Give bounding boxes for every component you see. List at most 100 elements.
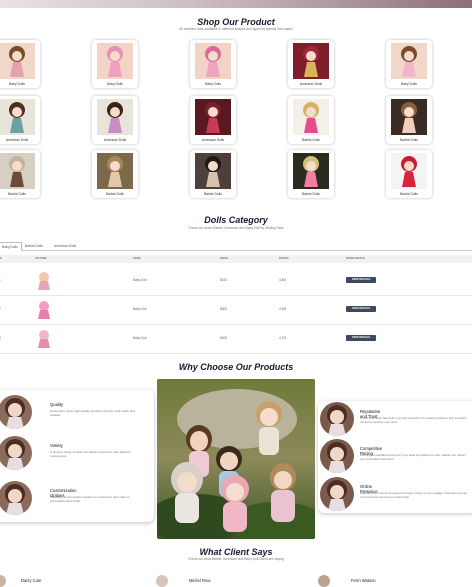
view-details-button[interactable]: VIEW DETAILS [346, 277, 376, 283]
doll-image [97, 153, 133, 189]
product-label: Barbie Dolls [204, 192, 222, 196]
doll-image [195, 99, 231, 135]
product-card[interactable]: American Dolls [190, 96, 236, 144]
view-details-button[interactable]: VIEW DETAILS [346, 335, 376, 341]
row-id: 2 [0, 307, 1, 311]
col-rating: Rating [279, 257, 289, 260]
client-name: Mickel Riva [189, 578, 211, 583]
product-label: American Dolls [103, 138, 127, 142]
row-doll-thumbnail [38, 301, 50, 319]
table-row: 2 Baby Doll $300 4.5/5 VIEW DETAILS [0, 295, 472, 325]
col-id: ID [0, 257, 2, 260]
product-card[interactable]: Baby Dolls [386, 40, 432, 88]
doll-image [0, 153, 35, 189]
client-card: Ferin Watson [318, 573, 458, 587]
client-card: Daizy Cute [0, 573, 134, 587]
row-name: Baby Doll [133, 336, 147, 340]
product-label: Barbie Dolls [302, 138, 320, 142]
col-name: Name [133, 257, 141, 260]
feature-title: Variety [50, 443, 63, 448]
feature-description: A diverse range of dolls can attract cus… [50, 450, 131, 458]
product-label: Baby Dolls [9, 82, 25, 86]
row-price: $300 [220, 307, 228, 311]
clients-subtitle: Check out what Barbie, American and Baby… [188, 557, 284, 561]
view-details-button[interactable]: VIEW DETAILS [346, 306, 376, 312]
product-label: Barbie Dolls [302, 192, 320, 196]
product-card[interactable]: Barbie Dolls [386, 96, 432, 144]
row-price: $100 [220, 278, 228, 282]
product-card[interactable]: American Dolls [0, 96, 40, 144]
product-card[interactable]: Baby Dolls [0, 40, 40, 88]
row-id: 1 [0, 278, 1, 282]
product-label: Barbie Dolls [400, 192, 418, 196]
table-header: ID Picture Name Price Rating More Detail… [0, 255, 472, 263]
doll-image [293, 153, 329, 189]
feature-doll-image [320, 477, 354, 511]
product-card[interactable]: Barbie Dolls [288, 96, 334, 144]
product-label: Barbie Dolls [400, 138, 418, 142]
row-price: $400 [220, 336, 228, 340]
row-doll-thumbnail [38, 272, 50, 290]
row-id: 3 [0, 336, 1, 340]
feature-description: Customers value high-quality products th… [50, 409, 135, 417]
client-avatar [156, 575, 168, 587]
tab-barbie-dolls[interactable]: Barbie Dolls [22, 242, 46, 250]
tab-baby-dolls[interactable]: Baby Dolls [0, 242, 22, 251]
doll-image [97, 43, 133, 79]
client-name: Daizy Cute [21, 578, 42, 583]
why-title: Why Choose Our Products [178, 362, 294, 372]
col-price: Price [220, 257, 228, 260]
col-picture: Picture [35, 257, 47, 260]
feature-description: Maintaining a robust presence through a … [360, 491, 467, 499]
product-label: American Dolls [201, 138, 225, 142]
product-label: Baby Dolls [401, 82, 417, 86]
doll-image [391, 153, 427, 189]
doll-image [293, 43, 329, 79]
doll-image [195, 153, 231, 189]
client-avatar [0, 575, 6, 587]
col-more-details: More Details [346, 257, 366, 260]
feature-description: If your doll shop has built a strong rep… [360, 416, 467, 424]
row-name: Baby Doll [133, 307, 147, 311]
product-label: American Dolls [5, 138, 29, 142]
product-label: Baby Dolls [205, 82, 221, 86]
row-name: Baby Doll [133, 278, 147, 282]
product-card[interactable]: Barbie Dolls [190, 150, 236, 198]
feature-doll-image [320, 402, 354, 436]
doll-image [195, 43, 231, 79]
product-card[interactable]: American Dolls [288, 40, 334, 88]
product-card[interactable]: Barbie Dolls [0, 150, 40, 198]
category-tabs: Baby Dolls Barbie Dolls American Dolls [0, 240, 472, 251]
client-avatar [318, 575, 330, 587]
doll-image [391, 99, 427, 135]
product-label: Barbie Dolls [8, 192, 26, 196]
row-rating: 4.5/5 [279, 307, 287, 311]
tab-american-dolls[interactable]: American Dolls [51, 242, 79, 250]
feature-description: Offering competitive prices for your dol… [360, 453, 466, 461]
product-card[interactable]: American Dolls [92, 96, 138, 144]
row-rating: 4.7/5 [279, 336, 287, 340]
product-card[interactable]: Barbie Dolls [92, 150, 138, 198]
product-card[interactable]: Barbie Dolls [386, 150, 432, 198]
product-label: Barbie Dolls [106, 192, 124, 196]
category-subtitle: Check out about Barbie, American and Bab… [188, 226, 284, 230]
clients-title: What Client Says [199, 547, 273, 557]
doll-image [97, 99, 133, 135]
product-card[interactable]: Barbie Dolls [288, 150, 334, 198]
table-row: 3 Baby Doll $400 4.7/5 VIEW DETAILS [0, 324, 472, 354]
client-name: Ferin Watson [351, 578, 376, 583]
shop-subtitle: All varieties dolls available in differe… [179, 27, 293, 31]
row-doll-thumbnail [38, 330, 50, 348]
feature-description: Providing customization options to custo… [50, 495, 130, 503]
product-card[interactable]: Baby Dolls [190, 40, 236, 88]
table-row: 1 Baby Doll $100 4.8/5 VIEW DETAILS [0, 266, 472, 296]
product-label: American Dolls [299, 82, 323, 86]
category-title: Dolls Category [204, 215, 268, 225]
doll-image [0, 99, 35, 135]
row-rating: 4.8/5 [279, 278, 287, 282]
product-card[interactable]: Baby Dolls [92, 40, 138, 88]
shop-title: Shop Our Product [197, 17, 275, 27]
doll-image [0, 43, 35, 79]
top-banner-strip [0, 0, 472, 8]
feature-title: Quality [50, 402, 64, 407]
